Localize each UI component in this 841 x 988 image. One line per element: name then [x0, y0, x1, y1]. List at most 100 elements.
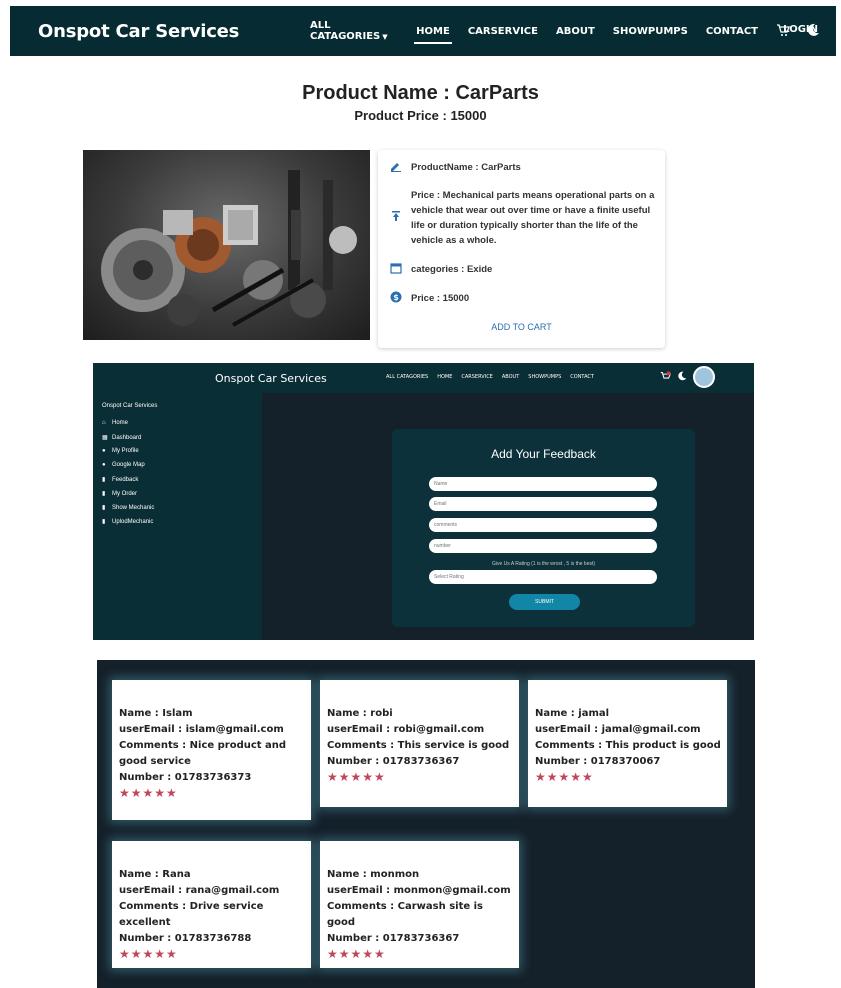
product-image	[83, 150, 370, 340]
sidebar-item-upload-mechanic[interactable]: ▮ UplodMechanic	[102, 518, 154, 526]
product-details-card: ProductName : CarParts Price : Mechanica…	[378, 150, 665, 348]
dash-nav-about[interactable]: ABOUT	[502, 374, 519, 380]
nav-links: ALL CATAGORIES ▼ HOME CARSERVICE ABOUT SH…	[310, 6, 836, 56]
sidebar-item-dashboard[interactable]: ▦ Dashboard	[102, 434, 141, 442]
sidebar-item-home[interactable]: ⌂ Home	[102, 420, 128, 426]
feedback-comments: Comments : Carwash site is good	[327, 901, 484, 928]
feedback-card: Name : Islam userEmail : islam@gmail.com…	[112, 680, 311, 820]
feedback-number: Number : 01783736373	[119, 772, 252, 783]
dash-nav-all-categories[interactable]: ALL CATAGORIES	[386, 374, 428, 380]
dash-nav-showpumps[interactable]: SHOWPUMPS	[528, 374, 561, 380]
feedback-number: Number : 0178370067	[535, 756, 661, 767]
product-name-row: ProductName : CarParts	[390, 160, 663, 175]
dashboard-brand[interactable]: Onspot Car Services	[215, 372, 327, 385]
feedback-number: Number : 01783736788	[119, 933, 252, 944]
sidebar-item-label: Home	[112, 420, 129, 426]
caret-down-icon: ▼	[382, 33, 388, 41]
top-navbar: Onspot Car Services ALL CATAGORIES ▼ HOME…	[10, 6, 836, 56]
dashboard-icon: ▦	[102, 435, 108, 441]
name-field[interactable]	[429, 477, 657, 491]
email-field[interactable]	[429, 497, 657, 511]
product-price-heading: Product Price : 15000	[354, 108, 487, 123]
sidebar-item-label: Feedback	[112, 476, 139, 483]
feedback-comments: Comments : Drive service excellent	[119, 901, 264, 928]
feedback-card: Name : monmon userEmail : monmon@gmail.c…	[320, 841, 519, 968]
product-description-text: Price : Mechanical parts means operation…	[411, 190, 655, 246]
product-name-text: ProductName : CarParts	[411, 162, 521, 173]
bookmark-icon: ▮	[102, 519, 106, 525]
user-icon: ●	[102, 462, 106, 468]
sidebar-item-show-mechanic[interactable]: ▮ Show Mechanic	[102, 504, 155, 512]
feedback-name: Name : Rana	[119, 869, 191, 880]
dash-nav-contact[interactable]: CONTACT	[570, 374, 594, 380]
nav-contact[interactable]: CONTACT	[706, 22, 758, 41]
sidebar-item-feedback[interactable]: ▮ Feedback	[102, 476, 139, 484]
feedback-number: Number : 01783736367	[327, 756, 460, 767]
product-description-row: Price : Mechanical parts means operation…	[390, 188, 663, 248]
avatar[interactable]	[693, 366, 715, 388]
feedback-comments: Comments : This service is good	[327, 740, 510, 751]
nav-home[interactable]: HOME	[414, 22, 452, 44]
sidebar-item-my-order[interactable]: ▮ My Order	[102, 490, 138, 498]
feedback-card: Name : robi userEmail : robi@gmail.com C…	[320, 680, 519, 807]
dollar-circle-icon: $	[390, 291, 402, 303]
feedback-email: userEmail : rana@gmail.com	[119, 885, 280, 896]
user-icon: ●	[102, 448, 106, 454]
pencil-icon	[390, 160, 402, 172]
sidebar-item-google-map[interactable]: ● Google Map	[102, 462, 145, 468]
sidebar-item-my-profile[interactable]: ● My Profile	[102, 448, 139, 454]
feedback-email: userEmail : islam@gmail.com	[119, 724, 284, 735]
svg-text:$: $	[393, 293, 399, 302]
sidebar-item-label: UplodMechanic	[112, 518, 154, 525]
nav-carservice[interactable]: CARSERVICE	[468, 22, 538, 41]
add-to-cart-button[interactable]: ADD TO CART	[378, 322, 665, 332]
nav-all-categories[interactable]: ALL CATAGORIES ▼	[310, 16, 398, 46]
dash-nav-home[interactable]: HOME	[437, 374, 452, 380]
brand-logo[interactable]: Onspot Car Services	[38, 21, 239, 42]
nav-all-categories-label: ALL CATAGORIES	[310, 20, 381, 42]
number-field[interactable]	[429, 539, 657, 553]
bookmark-icon: ▮	[102, 477, 106, 483]
sidebar-title: Onspot Car Services	[102, 403, 158, 409]
feedback-card: Name : jamal userEmail : jamal@gmail.com…	[528, 680, 727, 807]
feedback-comments: Comments : Nice product and good service	[119, 740, 287, 767]
comments-field[interactable]	[429, 518, 657, 532]
dash-nav-carservice[interactable]: CARSERVICE	[461, 374, 492, 380]
rating-select[interactable]	[429, 570, 657, 584]
dash-cart-icon[interactable]	[660, 371, 671, 385]
bookmark-icon: ▮	[102, 505, 106, 511]
nav-showpumps[interactable]: SHOWPUMPS	[613, 22, 688, 41]
feedback-list-screen: Name : Islam userEmail : islam@gmail.com…	[97, 660, 755, 988]
feedback-card: Name : Rana userEmail : rana@gmail.com C…	[112, 841, 311, 968]
star-rating: ★★★★★	[327, 770, 386, 784]
dashboard-feedback-screen: Onspot Car Services ALL CATAGORIES HOME …	[93, 363, 754, 640]
sidebar-item-label: Show Mechanic	[112, 504, 155, 511]
feedback-email: userEmail : jamal@gmail.com	[535, 724, 701, 735]
star-rating: ★★★★★	[535, 770, 594, 784]
product-price-text: Price : 15000	[411, 293, 470, 304]
dash-moon-icon[interactable]	[677, 371, 687, 384]
upload-arrow-icon	[390, 210, 402, 222]
login-link[interactable]: LOGIN	[783, 24, 818, 35]
dashboard-nav-links: ALL CATAGORIES HOME CARSERVICE ABOUT SHO…	[386, 374, 603, 380]
sidebar-item-label: My Profile	[112, 448, 139, 454]
calendar-icon	[390, 262, 402, 274]
nav-about[interactable]: ABOUT	[556, 22, 595, 41]
star-rating: ★★★★★	[327, 947, 386, 961]
product-title: Product Name : CarParts	[302, 82, 539, 104]
rating-note: Give Us A Rating (1 is the wrost , 5 is …	[491, 561, 596, 567]
feedback-name: Name : jamal	[535, 708, 610, 719]
feedback-comments: Comments : This product is good	[535, 740, 721, 751]
sidebar-item-label: Google Map	[112, 462, 145, 468]
feedback-form-card: Add Your Feedback Give Us A Rating (1 is…	[392, 429, 695, 627]
feedback-number: Number : 01783736367	[327, 933, 460, 944]
sidebar-item-label: My Order	[112, 490, 138, 497]
bookmark-icon: ▮	[102, 491, 106, 497]
submit-button[interactable]: SUBMIT	[509, 594, 580, 610]
product-category-row: categories : Exide	[390, 262, 663, 277]
feedback-name: Name : robi	[327, 708, 393, 719]
feedback-email: userEmail : monmon@gmail.com	[327, 885, 511, 896]
dashboard-navbar: Onspot Car Services ALL CATAGORIES HOME …	[93, 363, 754, 393]
feedback-email: userEmail : robi@gmail.com	[327, 724, 485, 735]
star-rating: ★★★★★	[119, 947, 178, 961]
